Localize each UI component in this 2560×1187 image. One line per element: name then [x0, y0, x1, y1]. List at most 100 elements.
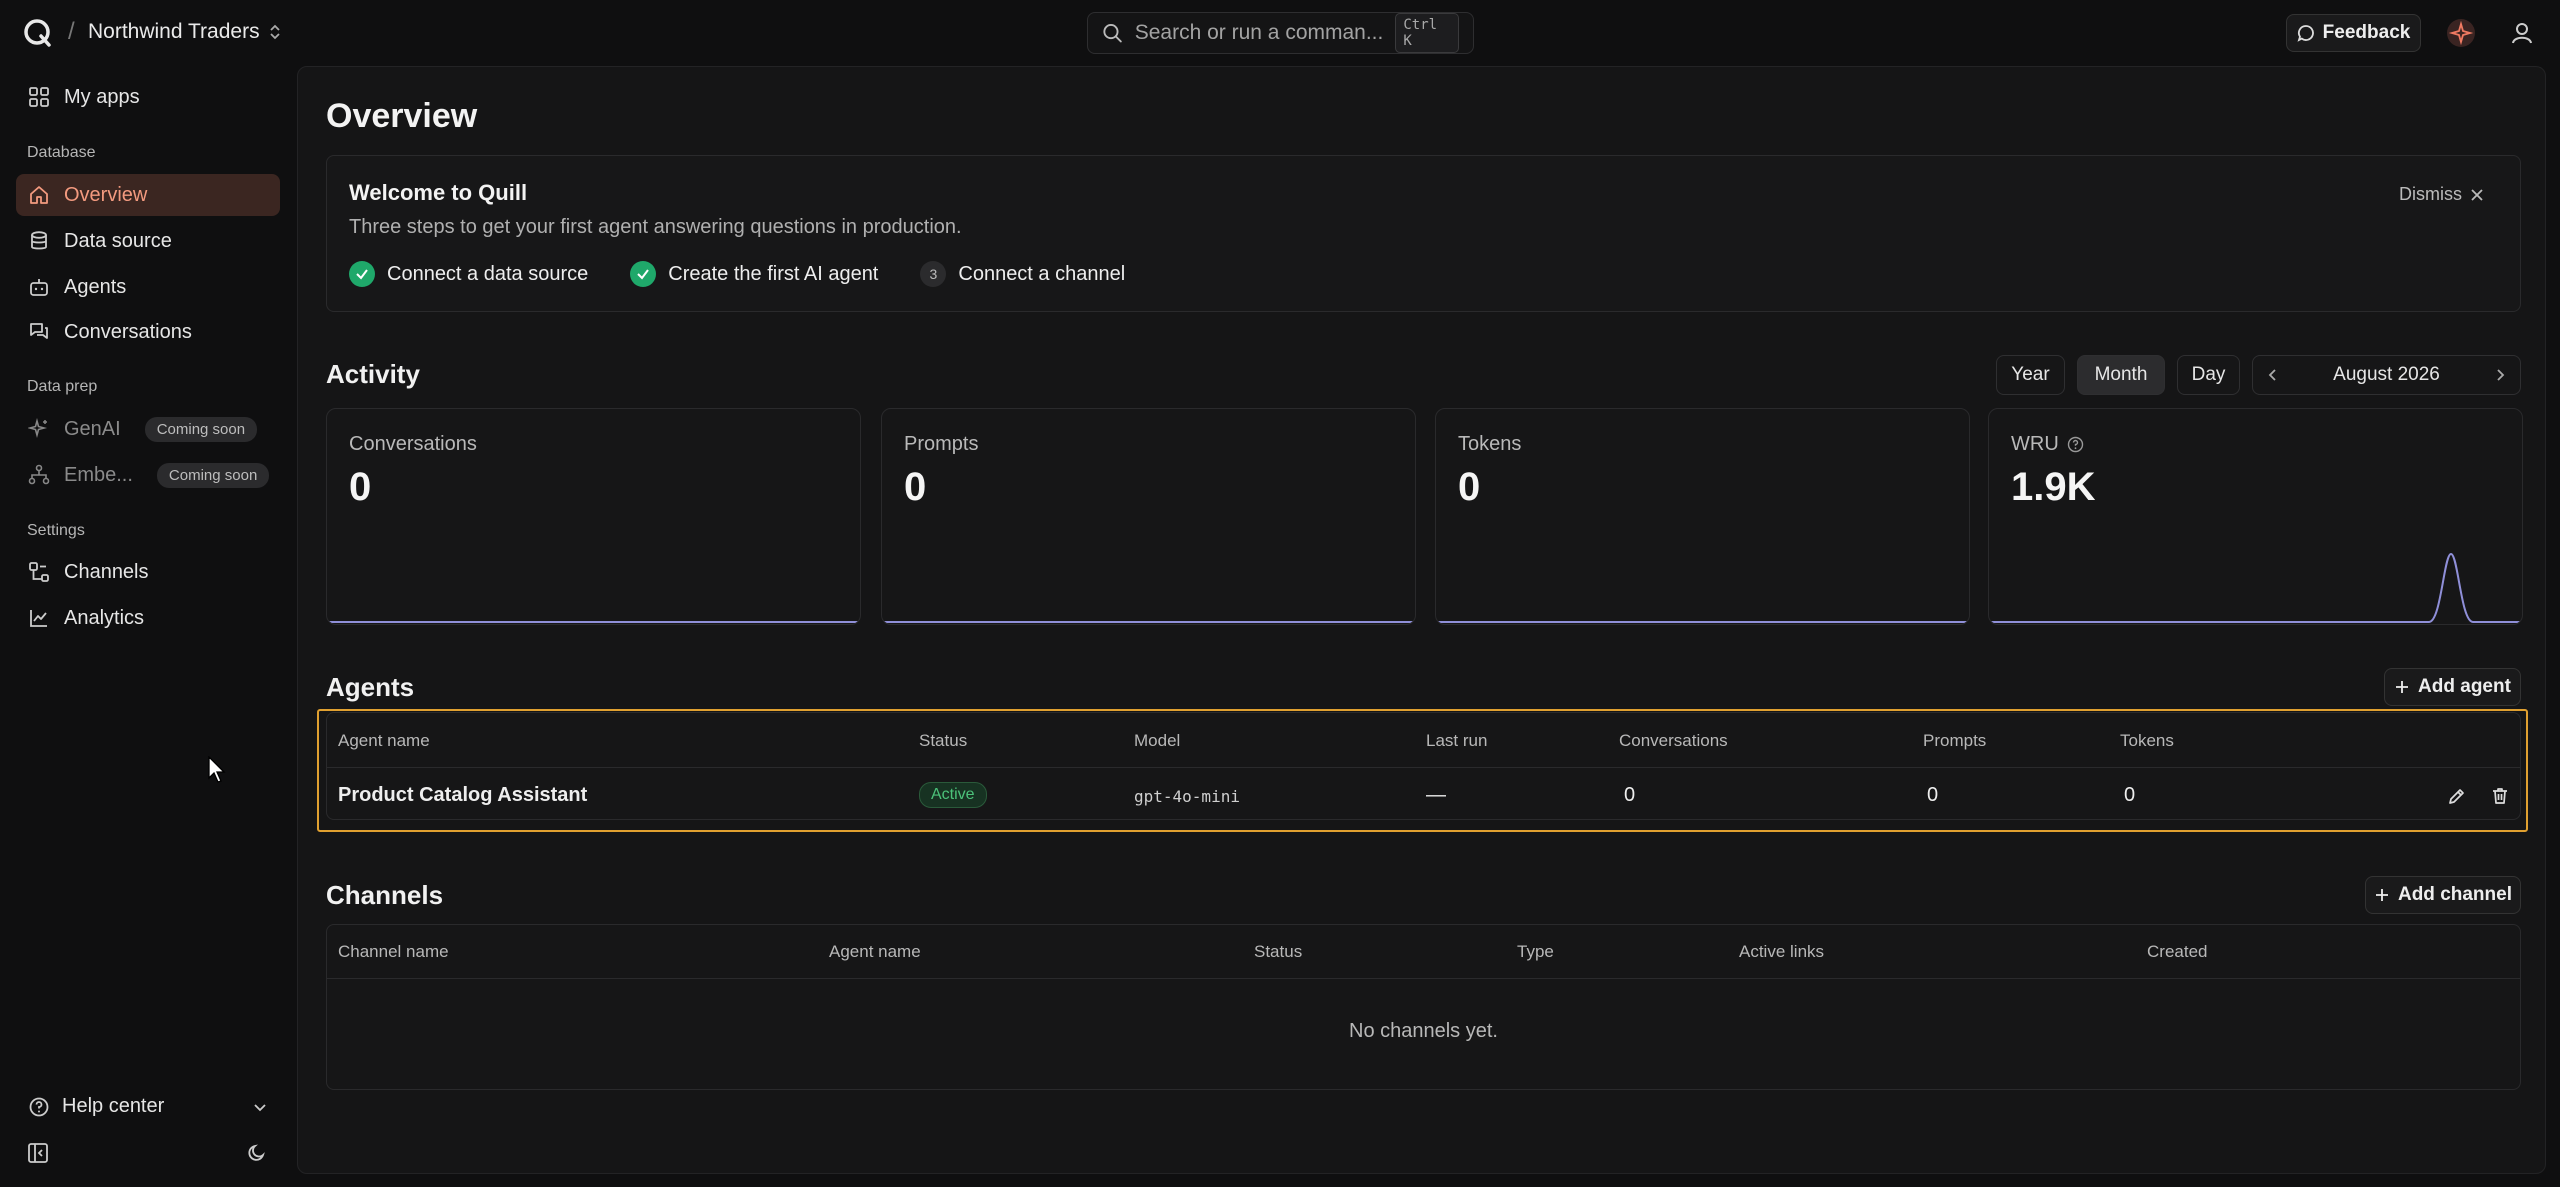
breadcrumb-separator: /: [68, 18, 75, 45]
sidebar-item-overview[interactable]: Overview: [16, 174, 280, 216]
welcome-title: Welcome to Quill: [349, 180, 528, 205]
org-name: Northwind Traders: [88, 20, 260, 43]
agent-model: gpt-4o-mini: [1134, 787, 1240, 806]
network-icon: [28, 464, 50, 485]
sparkles-icon[interactable]: [2447, 19, 2475, 47]
coming-soon-badge: Coming soon: [144, 416, 258, 442]
range-month-button[interactable]: Month: [2077, 355, 2165, 395]
agent-conversations: 0: [1624, 784, 1636, 806]
plus-icon: [2396, 681, 2409, 693]
stat-card-prompts: Prompts 0: [881, 408, 1416, 625]
add-agent-button[interactable]: Add agent: [2384, 668, 2521, 706]
feedback-button[interactable]: Feedback: [2286, 14, 2421, 52]
sidebar-item-genai: GenAI Coming soon: [16, 408, 280, 450]
collapse-sidebar-icon[interactable]: [27, 1142, 49, 1164]
table-header: Channel name Agent name Status Type Acti…: [327, 925, 2520, 979]
sparkline: [1436, 621, 1969, 623]
page-title: Overview: [326, 97, 478, 135]
period-label: August 2026: [2333, 364, 2440, 385]
sidebar-item-my-apps[interactable]: My apps: [16, 76, 280, 118]
chevron-left-icon[interactable]: [2265, 367, 2281, 383]
stat-card-tokens: Tokens 0: [1435, 408, 1970, 625]
sparkline: [882, 621, 1415, 623]
agent-last-run: —: [1426, 784, 1446, 806]
message-circle-icon: [2297, 25, 2314, 42]
top-bar: / Northwind Traders Search or run a comm…: [0, 0, 2560, 66]
search-shortcut: Ctrl K: [1395, 13, 1459, 53]
step-number: 3: [920, 261, 947, 287]
sidebar-item-data-source[interactable]: Data source: [16, 220, 280, 262]
welcome-subtitle: Three steps to get your first agent answ…: [349, 216, 962, 238]
stat-value: 0: [349, 465, 372, 509]
stat-card-wru: WRU 1.9K: [1988, 408, 2523, 625]
range-day-button[interactable]: Day: [2177, 355, 2240, 395]
chevron-down-icon: [254, 1103, 266, 1111]
add-channel-button[interactable]: Add channel: [2365, 876, 2521, 914]
stat-value: 0: [904, 465, 927, 509]
step-connect-data-source[interactable]: Connect a data source: [349, 261, 588, 287]
line-chart-icon: [30, 610, 47, 627]
range-year-button[interactable]: Year: [1996, 355, 2065, 395]
section-label-settings: Settings: [27, 522, 85, 539]
help-center-toggle[interactable]: Help center: [28, 1095, 268, 1118]
step-create-agent[interactable]: Create the first AI agent: [630, 261, 878, 287]
stat-value: 1.9K: [2011, 465, 2096, 509]
user-icon[interactable]: [2509, 20, 2535, 46]
grid-icon: [29, 87, 49, 107]
sidebar-item-channels[interactable]: Channels: [16, 551, 280, 593]
agent-name[interactable]: Product Catalog Assistant: [338, 784, 587, 807]
channels-title: Channels: [326, 880, 444, 910]
period-navigator: August 2026: [2252, 355, 2521, 395]
chevron-up-down-icon: [269, 24, 280, 40]
command-search[interactable]: Search or run a comman... Ctrl K: [1087, 12, 1474, 54]
channels-icon: [29, 562, 49, 582]
info-icon[interactable]: [2067, 436, 2084, 453]
sidebar-item-conversations[interactable]: Conversations: [16, 311, 280, 353]
sidebar-item-agents[interactable]: Agents: [16, 266, 280, 308]
sidebar-item-analytics[interactable]: Analytics: [16, 597, 280, 639]
close-icon: [2471, 188, 2483, 201]
bot-icon: [30, 279, 48, 296]
stat-card-conversations: Conversations 0: [326, 408, 861, 625]
stat-value: 0: [1458, 465, 1481, 509]
check-circle-icon: [349, 261, 375, 287]
sparkles-icon: [28, 418, 48, 439]
database-icon: [31, 231, 47, 250]
search-placeholder: Search or run a comman...: [1134, 21, 1384, 44]
edit-pencil-icon[interactable]: [2447, 786, 2467, 806]
section-label-data-prep: Data prep: [27, 378, 98, 395]
sparkline: [327, 621, 860, 623]
trash-icon[interactable]: [2490, 786, 2510, 806]
welcome-card: Welcome to Quill Three steps to get your…: [326, 155, 2521, 312]
quill-logo-icon[interactable]: [22, 17, 54, 49]
agent-tokens: 0: [2124, 784, 2136, 806]
coming-soon-badge: Coming soon: [156, 462, 270, 488]
agents-title: Agents: [326, 672, 415, 702]
channels-table: Channel name Agent name Status Type Acti…: [326, 924, 2521, 1090]
step-connect-channel[interactable]: 3 Connect a channel: [920, 261, 1125, 287]
dismiss-button[interactable]: Dismiss: [2399, 184, 2484, 205]
table-header: Agent name Status Model Last run Convers…: [327, 713, 2520, 768]
empty-state: No channels yet.: [1349, 1020, 1498, 1042]
onboarding-steps: Connect a data source Create the first A…: [349, 261, 1167, 287]
table-row[interactable]: Product Catalog Assistant Active gpt-4o-…: [327, 768, 2520, 821]
check-circle-icon: [630, 261, 657, 287]
agents-table: Agent name Status Model Last run Convers…: [326, 712, 2521, 820]
sparkline: [1989, 552, 2522, 623]
chevron-right-icon[interactable]: [2492, 367, 2508, 383]
sidebar-item-embeddings: Embe... Coming soon: [16, 454, 280, 496]
section-label-database: Database: [27, 144, 96, 161]
status-badge: Active: [919, 782, 987, 808]
agent-prompts: 0: [1927, 784, 1939, 806]
search-icon: [1103, 24, 1122, 43]
mouse-cursor-icon: [208, 756, 226, 783]
messages-icon: [30, 323, 48, 339]
plus-icon: [2375, 889, 2388, 901]
org-switcher[interactable]: Northwind Traders: [88, 20, 282, 44]
help-circle-icon: [29, 1097, 49, 1116]
main-panel: Overview Welcome to Quill Three steps to…: [297, 66, 2546, 1174]
moon-icon[interactable]: [246, 1142, 268, 1164]
home-icon: [30, 186, 48, 204]
activity-title: Activity: [326, 359, 420, 389]
sidebar: My apps Database Overview Data source Ag…: [0, 66, 297, 1187]
